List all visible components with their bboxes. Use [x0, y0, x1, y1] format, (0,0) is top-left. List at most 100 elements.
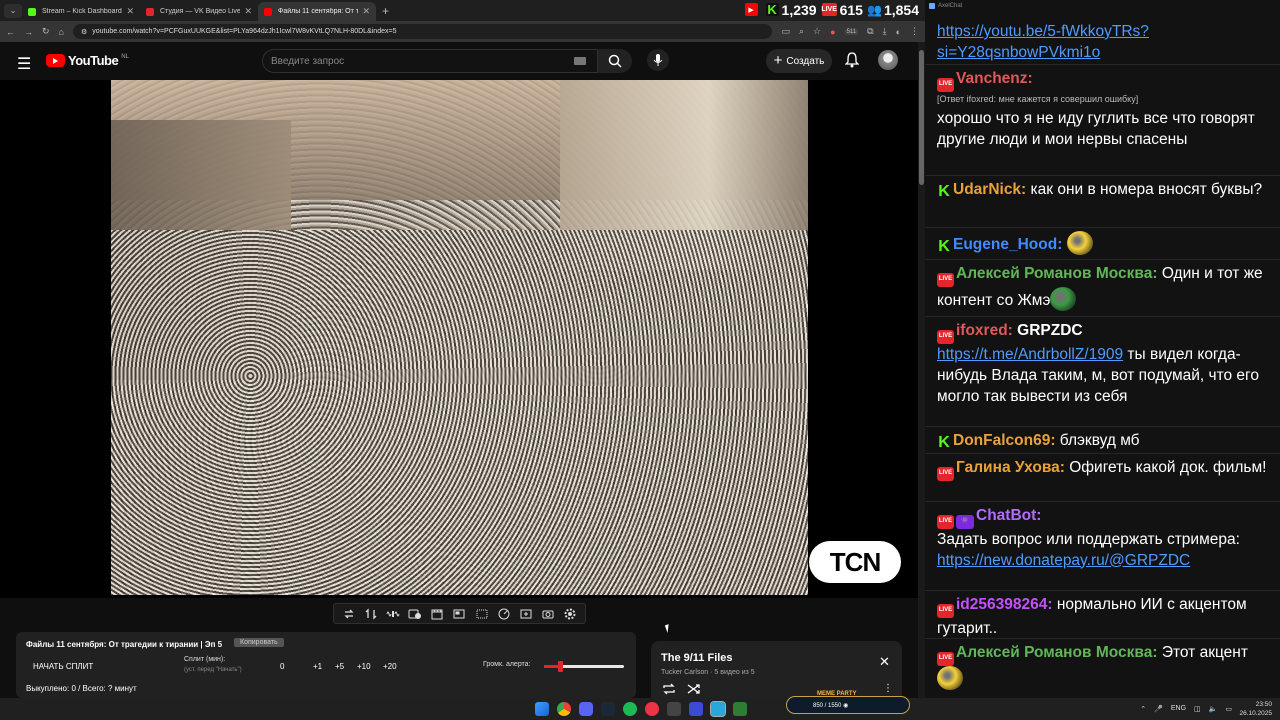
avatar[interactable]: [878, 50, 898, 70]
chat-link[interactable]: https://youtu.be/5-fWkkoyTRs?si=Y28qsnbo…: [937, 23, 1149, 61]
sort-icon[interactable]: [364, 607, 378, 620]
kick-viewer-count: K 1,239: [765, 2, 817, 18]
create-button[interactable]: + Создать: [766, 49, 832, 73]
search-button[interactable]: [598, 49, 632, 73]
chat-username[interactable]: Алексей Романов Москва:: [956, 644, 1158, 661]
split-minutes-value[interactable]: 0: [280, 662, 284, 671]
browser-tab-kick[interactable]: Stream – Kick Dashboard ✕: [22, 2, 140, 21]
discord-icon[interactable]: [579, 702, 593, 716]
close-tab-icon[interactable]: ✕: [362, 6, 370, 17]
chat-message: K UdarNick: как они в номера вносят буквы…: [937, 179, 1275, 200]
network-icon[interactable]: ◫: [1194, 705, 1201, 713]
chat-text: хорошо что я не иду гуглить все что гово…: [937, 109, 1255, 148]
add-clip-icon[interactable]: [519, 608, 533, 620]
copy-button[interactable]: Копировать: [234, 638, 284, 647]
chat-separator: [925, 426, 1280, 427]
address-bar: ← → ↻ ⌂ ⚙ youtube.com/watch?v=PCFGuxUUKG…: [0, 21, 925, 42]
chat-username[interactable]: Vanchenz:: [956, 70, 1033, 87]
zoom-icon[interactable]: ⌕: [799, 26, 804, 37]
vk-live-badge-icon: LIVE: [937, 651, 954, 666]
playlist-title[interactable]: The 9/11 Files: [661, 652, 733, 664]
extension-badge[interactable]: 511: [844, 28, 859, 35]
chat-text: Задать вопрос или поддержать стримера:: [937, 530, 1240, 548]
chat-username[interactable]: UdarNick:: [953, 181, 1026, 198]
audio-wave-icon[interactable]: [386, 608, 400, 620]
extensions-icon[interactable]: ⧉: [867, 26, 873, 37]
start-split-button[interactable]: НАЧАТЬ СПЛИТ: [33, 662, 93, 671]
browser-tab-vk[interactable]: Студия — VK Видео Live ✕: [140, 2, 258, 21]
total-count: 1,854: [883, 1, 919, 18]
back-icon[interactable]: ←: [6, 27, 15, 37]
more-options-icon[interactable]: ⋮: [883, 683, 893, 694]
scrollbar-thumb[interactable]: [919, 50, 924, 185]
obs-icon[interactable]: [645, 702, 659, 716]
chat-username[interactable]: id256398264:: [956, 596, 1053, 613]
keyboard-icon[interactable]: [574, 57, 586, 65]
chat-separator: [925, 175, 1280, 176]
camera-stop-icon[interactable]: [408, 608, 422, 620]
chat-link[interactable]: https://t.me/AndrbollZ/1909: [937, 346, 1123, 363]
url-text: youtube.com/watch?v=PCFGuxUUKGE&list=PLY…: [92, 28, 397, 35]
loop-icon[interactable]: [342, 608, 356, 620]
app-icon[interactable]: [733, 702, 747, 716]
url-field[interactable]: ⚙ youtube.com/watch?v=PCFGuxUUKGE&list=P…: [72, 24, 773, 39]
chat-username[interactable]: ChatBot:: [976, 507, 1041, 524]
windows-start-icon[interactable]: [535, 702, 549, 716]
cast-icon[interactable]: ▭: [781, 26, 790, 37]
notifications-button[interactable]: [844, 52, 860, 73]
menu-dots-icon[interactable]: ⋮: [910, 26, 919, 37]
close-tab-icon[interactable]: ✕: [244, 6, 252, 17]
clock-date: 26.10.2025: [1239, 710, 1272, 717]
volume-icon[interactable]: 🔈: [1209, 705, 1218, 713]
forward-icon[interactable]: →: [24, 27, 33, 37]
steam-icon[interactable]: [601, 702, 615, 716]
spotify-icon[interactable]: [623, 702, 637, 716]
download-icon[interactable]: ⤓: [883, 26, 887, 37]
browser-tab-youtube[interactable]: Файлы 11 сентября: От тр... ✕: [258, 2, 376, 21]
vk-favicon-icon: [146, 7, 154, 16]
meme-party-widget: MEME PARTY 850 / 1550 ◉: [786, 691, 910, 714]
axelchat-taskbar-icon[interactable]: [710, 701, 726, 717]
home-icon[interactable]: ⌂: [59, 27, 64, 37]
chat-username[interactable]: Галина Ухова:: [956, 459, 1065, 476]
chat-username[interactable]: ifoxred:: [956, 322, 1013, 339]
chat-link[interactable]: https://new.donatepay.ru/@GRPZDC: [937, 552, 1190, 569]
screenshot-camera-icon[interactable]: [541, 608, 555, 620]
bot-badge-icon: 👾: [956, 514, 974, 529]
app-icon[interactable]: [689, 702, 703, 716]
close-tab-icon[interactable]: ✕: [126, 6, 134, 17]
reload-icon[interactable]: ↻: [42, 26, 50, 37]
voice-search-button[interactable]: [647, 49, 669, 71]
increment-button[interactable]: +10: [357, 662, 371, 671]
alert-volume-knob[interactable]: [558, 661, 563, 672]
settings-gear-icon[interactable]: [563, 608, 577, 620]
chat-separator: [925, 259, 1280, 260]
speed-gauge-icon[interactable]: [497, 608, 511, 620]
picture-in-picture-icon[interactable]: [452, 608, 466, 620]
tab-search-button[interactable]: ⌄: [4, 3, 22, 18]
close-icon[interactable]: ✕: [879, 654, 890, 670]
profile-icon[interactable]: ◐: [896, 27, 901, 37]
chat-username[interactable]: Eugene_Hood:: [953, 236, 1062, 253]
bookmark-star-icon[interactable]: ☆: [813, 26, 821, 37]
film-strip-icon[interactable]: [475, 608, 489, 620]
increment-button[interactable]: +5: [335, 662, 344, 671]
clock[interactable]: 23:50 26.10.2025: [1239, 700, 1272, 718]
app-icon[interactable]: [667, 702, 681, 716]
site-info-icon[interactable]: ⚙: [81, 28, 87, 36]
battery-icon[interactable]: ▭: [1225, 705, 1232, 713]
extension-icon[interactable]: ●: [830, 27, 835, 37]
clapperboard-icon[interactable]: [430, 608, 444, 620]
menu-icon[interactable]: ☰: [17, 54, 31, 74]
increment-button[interactable]: +1: [313, 662, 322, 671]
mic-tray-icon[interactable]: 🎤: [1154, 705, 1163, 713]
chat-username[interactable]: Алексей Романов Москва:: [956, 265, 1158, 282]
tray-arrow-icon[interactable]: ⌃: [1140, 705, 1146, 713]
chrome-icon[interactable]: [557, 702, 571, 716]
new-tab-button[interactable]: +: [382, 4, 389, 18]
language-indicator[interactable]: ENG: [1171, 705, 1186, 713]
search-input[interactable]: Введите запрос: [262, 49, 598, 73]
chat-username[interactable]: DonFalcon69:: [953, 432, 1055, 449]
increment-button[interactable]: +20: [383, 662, 397, 671]
youtube-logo[interactable]: YouTube NL: [46, 53, 129, 68]
